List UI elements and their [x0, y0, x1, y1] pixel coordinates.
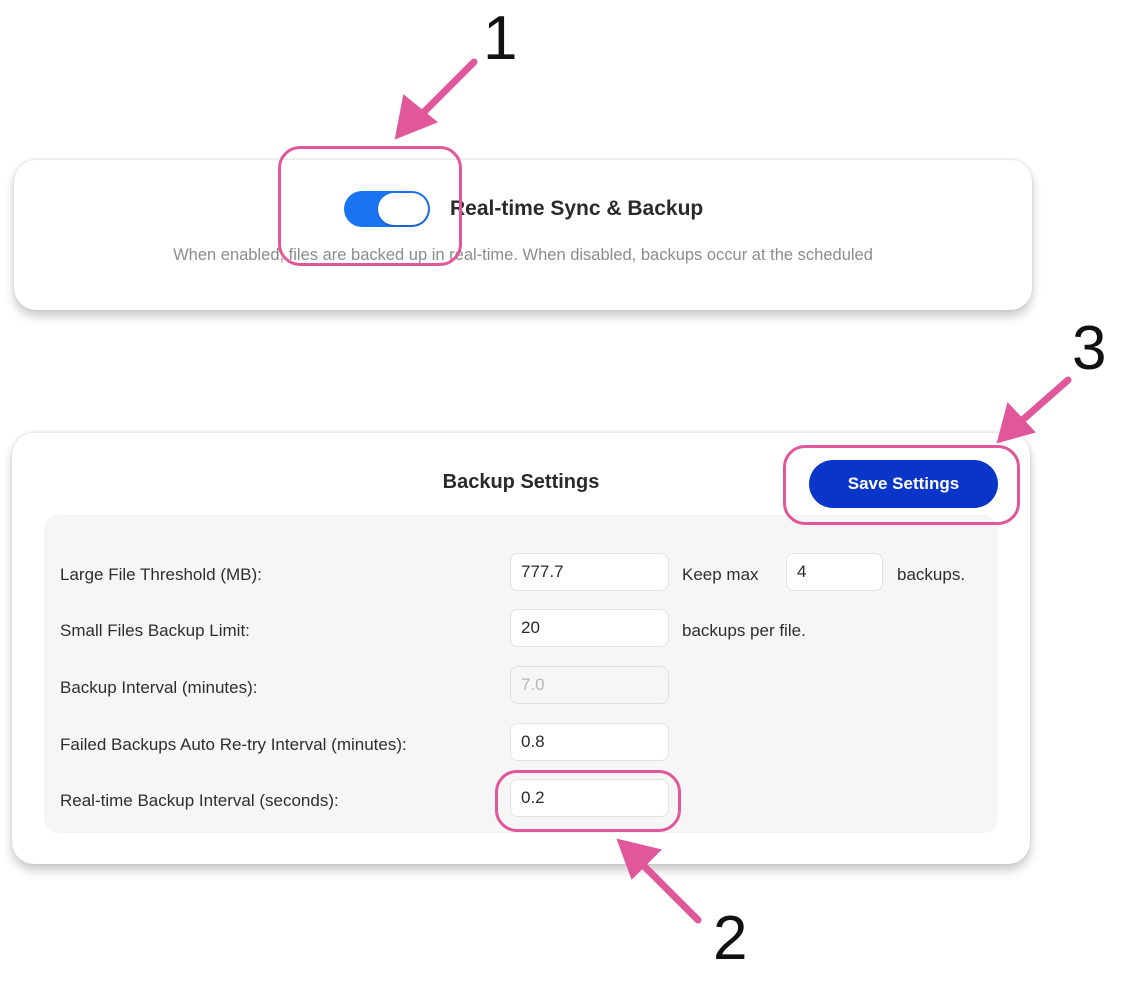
- arrow-2: [636, 858, 702, 924]
- realtime-sync-toggle[interactable]: [344, 191, 430, 227]
- realtime-sync-description: When enabled, files are backed up in rea…: [173, 246, 873, 264]
- arrow-1-head: [394, 94, 438, 140]
- callout-1: 1: [483, 4, 518, 73]
- keep-max-input[interactable]: 4: [786, 553, 883, 591]
- arrow-3: [1014, 376, 1072, 428]
- toggle-knob: [378, 193, 428, 225]
- callout-2: 2: [713, 904, 748, 973]
- small-files-limit-suffix: backups per file.: [682, 621, 806, 640]
- keep-max-suffix: backups.: [897, 565, 966, 584]
- realtime-interval-input[interactable]: 0.2: [510, 779, 669, 817]
- keep-max-label: Keep max: [682, 565, 759, 584]
- save-settings-button[interactable]: Save Settings: [809, 460, 998, 508]
- backup-interval-input[interactable]: 7.0: [510, 666, 669, 704]
- realtime-interval-label: Real-time Backup Interval (seconds):: [60, 791, 339, 810]
- callout-3: 3: [1072, 314, 1107, 383]
- arrow-1: [414, 58, 478, 122]
- backup-interval-label: Backup Interval (minutes):: [60, 678, 258, 697]
- realtime-sync-card: Real-time Sync & Backup When enabled, fi…: [14, 160, 1032, 310]
- realtime-sync-row: Real-time Sync & Backup: [344, 191, 703, 227]
- retry-interval-input[interactable]: 0.8: [510, 723, 669, 761]
- large-file-threshold-input[interactable]: 777.7: [510, 553, 669, 591]
- small-files-limit-input[interactable]: 20: [510, 609, 669, 647]
- retry-interval-label: Failed Backups Auto Re-try Interval (min…: [60, 735, 407, 754]
- small-files-limit-label: Small Files Backup Limit:: [60, 621, 250, 640]
- realtime-sync-title: Real-time Sync & Backup: [450, 197, 704, 220]
- settings-panel: Large File Threshold (MB): 777.7 Keep ma…: [44, 515, 998, 833]
- backup-settings-card: Backup Settings Save Settings Large File…: [12, 433, 1030, 864]
- large-file-threshold-label: Large File Threshold (MB):: [60, 565, 262, 584]
